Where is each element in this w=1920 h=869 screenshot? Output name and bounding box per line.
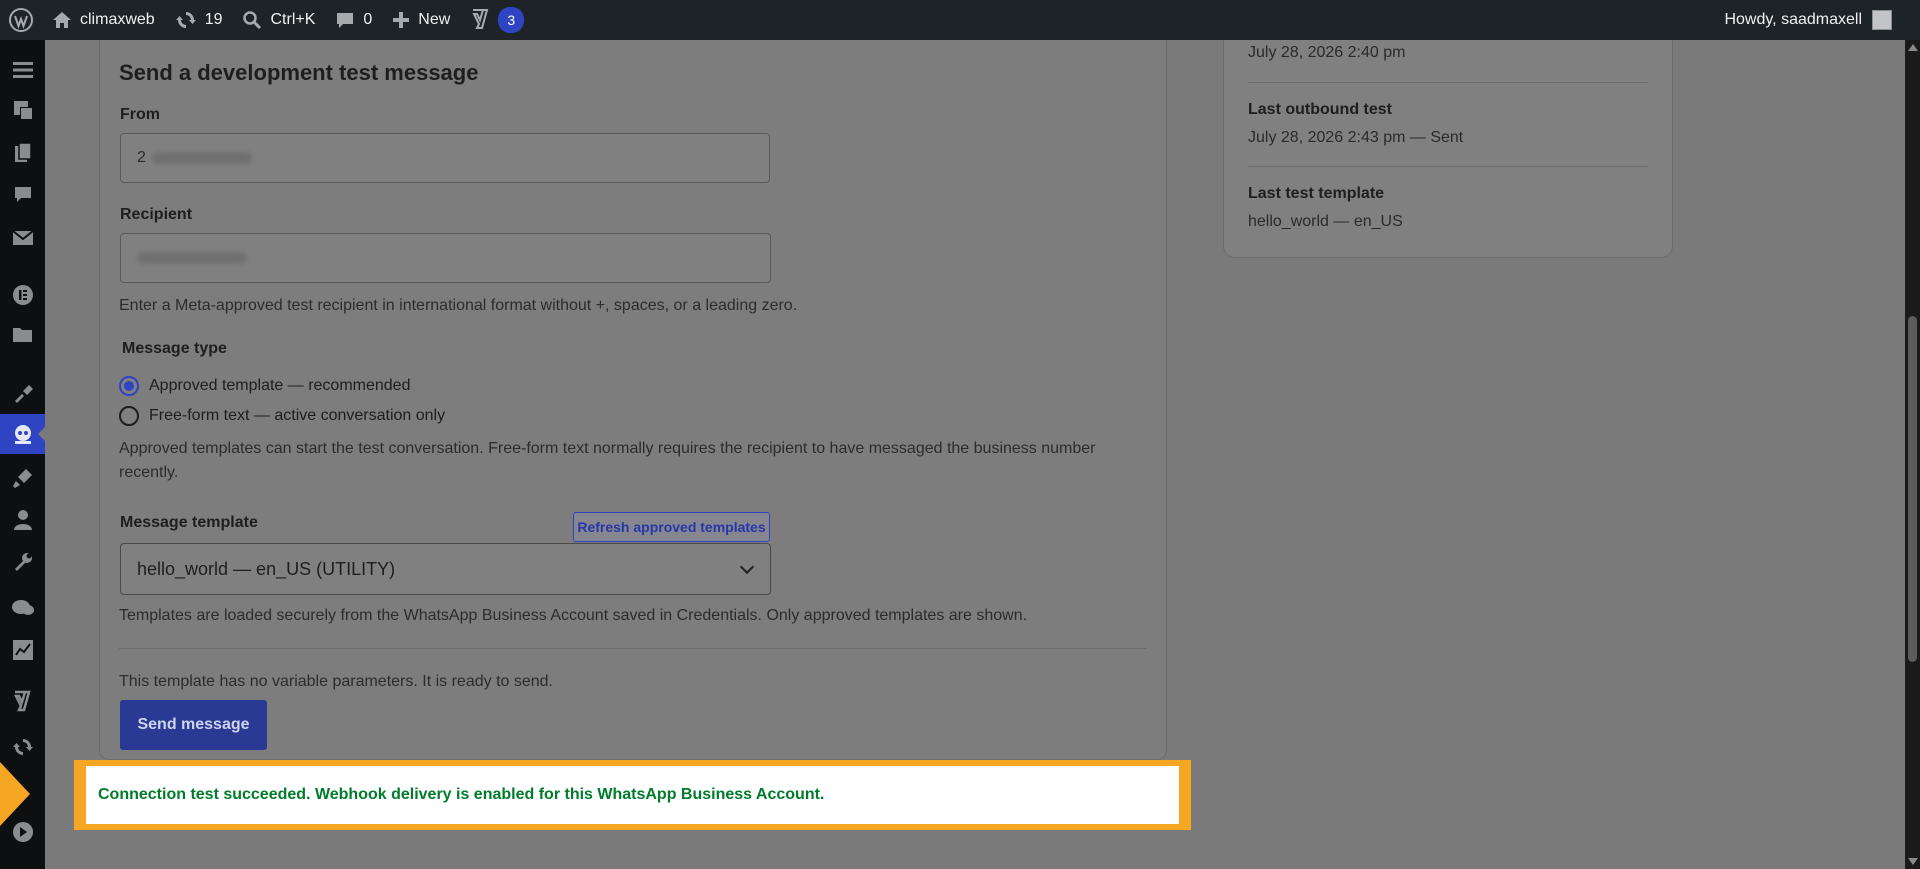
success-notice: Connection test succeeded. Webhook deliv… (86, 766, 1179, 824)
no-params-text: This template has no variable parameters… (119, 673, 553, 690)
greeting: Howdy, saadmaxell (1724, 11, 1862, 28)
divider (1248, 82, 1648, 83)
appearance-menu-icon[interactable] (0, 373, 45, 413)
whatsapp-plugin-menu-icon[interactable] (0, 414, 45, 454)
option-template-label: Approved template — recommended (149, 377, 411, 394)
template-selected-value: hello_world — en_US (UTILITY) (137, 558, 396, 579)
template-help: Templates are loaded securely from the W… (119, 607, 1028, 624)
last-inbound-value: July 28, 2026 2:40 pm (1248, 44, 1406, 61)
last-outbound-label: Last outbound test (1248, 101, 1392, 118)
page-scrollbar[interactable] (1905, 40, 1920, 869)
comments-count: 0 (363, 11, 373, 28)
search-icon (243, 11, 262, 30)
yoast-seo-menu-icon[interactable] (0, 682, 45, 722)
admin-bar: climaxweb 19 Ctrl+K 0 New 3 Howdy, saadm… (0, 0, 1920, 40)
last-outbound-value: July 28, 2026 2:43 pm — Sent (1248, 129, 1464, 146)
highlight-pointer (0, 762, 30, 826)
media-menu-icon[interactable] (0, 90, 45, 130)
divider (119, 648, 1147, 649)
scroll-up-arrow-icon[interactable] (1908, 44, 1918, 51)
chat-menu-icon[interactable] (0, 588, 45, 628)
radio-approved-template[interactable] (119, 376, 139, 396)
highlight-frame: Connection test succeeded. Webhook deliv… (74, 760, 1191, 830)
admin-sidebar (0, 40, 45, 869)
section-title: Send a development test message (119, 60, 479, 85)
yoast-badge: 3 (498, 7, 525, 33)
last-template-value: hello_world — en_US (1248, 213, 1403, 230)
message-type-help-cont: recently. (119, 464, 179, 481)
tools-menu-icon[interactable] (0, 543, 45, 583)
dashboard-menu-icon[interactable] (0, 50, 45, 90)
from-value: 2 (137, 149, 146, 166)
command-search[interactable]: Ctrl+K (232, 0, 325, 40)
option-freeform-label: Free-form text — active conversation onl… (149, 407, 446, 424)
yoast-icon (472, 9, 489, 29)
wordpress-logo-icon[interactable] (0, 0, 42, 40)
redacted-text (137, 252, 247, 264)
refresh-icon (175, 12, 196, 28)
new-content-link[interactable]: New (382, 0, 460, 40)
folder-menu-icon[interactable] (0, 315, 45, 355)
site-name: climaxweb (80, 11, 155, 28)
last-template-label: Last test template (1248, 185, 1385, 202)
option-approved-template[interactable]: Approved template — recommended (119, 376, 410, 396)
sync-menu-icon[interactable] (0, 727, 45, 767)
new-label: New (418, 11, 451, 28)
plus-icon (393, 12, 410, 28)
recipient-help: Enter a Meta-approved test recipient in … (119, 297, 798, 314)
pages-menu-icon[interactable] (0, 133, 45, 173)
yoast-menu[interactable]: 3 (460, 0, 534, 40)
comments-link[interactable]: 0 (325, 0, 382, 40)
message-type-help: Approved templates can start the test co… (119, 440, 1096, 457)
search-shortcut: Ctrl+K (270, 11, 316, 28)
recipient-field[interactable] (120, 233, 771, 283)
from-field[interactable]: 2 (120, 133, 770, 183)
plugins-menu-icon[interactable] (0, 458, 45, 498)
message-type-label: Message type (122, 340, 227, 357)
comments-menu-icon[interactable] (0, 175, 45, 215)
elementor-menu-icon[interactable] (0, 275, 45, 315)
active-menu-arrow (38, 427, 45, 441)
template-select[interactable]: hello_world — en_US (UTILITY) (120, 543, 771, 595)
radio-free-form[interactable] (119, 406, 139, 426)
chevron-down-icon (739, 559, 755, 575)
site-name-link[interactable]: climaxweb (42, 0, 165, 40)
avatar (1872, 10, 1892, 30)
updates-count: 19 (204, 11, 223, 28)
scroll-thumb[interactable] (1908, 316, 1917, 662)
option-free-form[interactable]: Free-form text — active conversation onl… (119, 406, 445, 426)
analytics-menu-icon[interactable] (0, 630, 45, 670)
my-account[interactable]: Howdy, saadmaxell (1724, 10, 1920, 30)
template-label: Message template (120, 514, 258, 531)
send-message-button[interactable]: Send message (120, 700, 267, 750)
mail-menu-icon[interactable] (0, 218, 45, 258)
from-label: From (120, 106, 160, 123)
home-icon (53, 12, 71, 28)
comment-icon (337, 13, 354, 28)
scroll-down-arrow-icon[interactable] (1908, 858, 1918, 865)
recipient-label: Recipient (120, 206, 193, 223)
redacted-text (151, 152, 252, 164)
refresh-templates-button[interactable]: Refresh approved templates (573, 512, 770, 542)
updates-link[interactable]: 19 (165, 0, 233, 40)
users-menu-icon[interactable] (0, 500, 45, 540)
divider (1248, 166, 1648, 167)
